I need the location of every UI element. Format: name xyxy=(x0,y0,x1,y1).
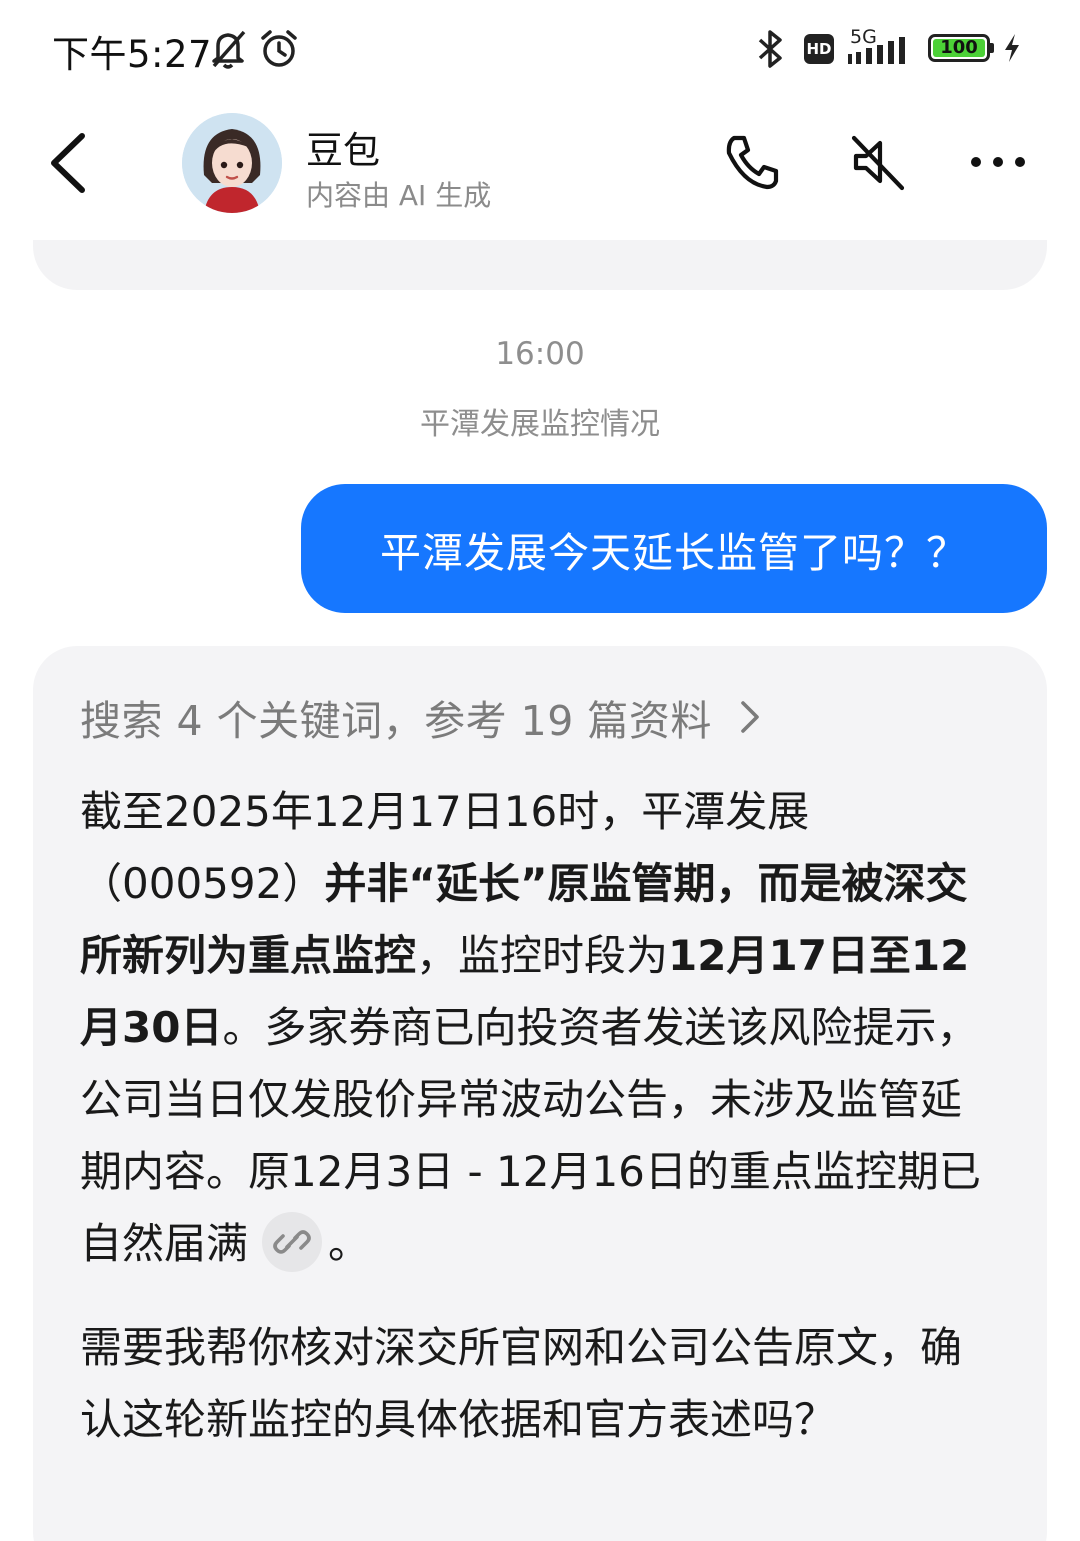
user-message-text: 平潭发展今天延长监管了吗？？ xyxy=(380,528,968,577)
back-button[interactable] xyxy=(40,128,100,198)
status-bar: 下午5:27 HD 5G 100 xyxy=(0,0,1080,100)
search-summary-text: 搜索 4 个关键词，参考 19 篇资料 xyxy=(80,697,712,745)
ai-answer-paragraph: 截至2025年12月17日16时，平潭发展（000592）并非“延长”原监管期，… xyxy=(80,776,1000,1280)
charging-icon xyxy=(1005,34,1019,62)
signal-icon xyxy=(848,37,905,64)
ai-followup-question: 需要我帮你核对深交所官网和公司公告原文，确认这轮新监控的具体依据和官方表述吗？ xyxy=(80,1323,963,1444)
avatar[interactable] xyxy=(182,113,282,213)
answer-text-2: ，监控时段为 xyxy=(416,931,669,980)
ai-content-notice: 内容由 AI 生成 xyxy=(306,179,492,212)
user-message-bubble[interactable]: 平潭发展今天延长监管了吗？？ xyxy=(301,484,1047,613)
contact-name: 豆包 xyxy=(306,129,380,172)
more-options-button[interactable] xyxy=(966,130,1030,194)
source-link-button[interactable] xyxy=(262,1212,323,1272)
answer-text-4: 。 xyxy=(328,1219,371,1268)
chat-screen: 下午5:27 HD 5G 100 豆包 内容由 AI 生成 16:00 平潭发展… xyxy=(0,0,1080,1541)
conversation-topic[interactable]: 平潭发展监控情况 xyxy=(0,399,1080,443)
battery-tip xyxy=(990,43,994,53)
bluetooth-icon xyxy=(758,30,782,68)
battery-icon: 100 xyxy=(928,34,990,62)
avatar-portrait-icon xyxy=(182,113,282,213)
chat-header: 豆包 内容由 AI 生成 xyxy=(0,100,1080,240)
message-timestamp: 16:00 xyxy=(495,336,585,372)
hd-badge: HD xyxy=(804,34,834,64)
status-time: 下午5:27 xyxy=(52,33,213,76)
battery-level: 100 xyxy=(933,39,985,57)
alarm-icon xyxy=(261,30,297,67)
search-sources-summary[interactable]: 搜索 4 个关键词，参考 19 篇资料 xyxy=(80,687,760,747)
bell-off-icon xyxy=(212,30,246,69)
chevron-right-icon xyxy=(741,701,759,733)
phone-call-button[interactable] xyxy=(720,130,784,194)
link-icon xyxy=(273,1230,311,1254)
mute-voice-button[interactable] xyxy=(846,130,910,194)
